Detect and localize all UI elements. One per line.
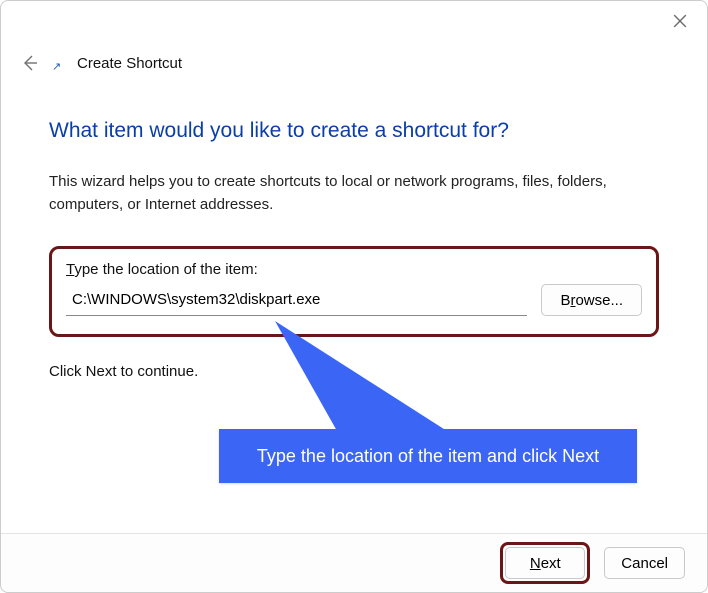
- location-highlight-annotation: Type the location of the item: Browse...: [49, 246, 659, 337]
- close-button[interactable]: [663, 7, 697, 35]
- shortcut-icon: ↗: [51, 59, 67, 75]
- titlebar: [663, 1, 707, 41]
- description-text: This wizard helps you to create shortcut…: [49, 171, 659, 216]
- back-arrow-icon: [20, 53, 40, 73]
- annotation-text: Type the location of the item and click …: [257, 446, 599, 467]
- annotation-callout: Type the location of the item and click …: [219, 429, 637, 483]
- back-button[interactable]: [19, 52, 41, 74]
- browse-button[interactable]: Browse...: [541, 284, 642, 316]
- close-icon: [673, 14, 687, 28]
- location-input[interactable]: [66, 285, 527, 316]
- footer-button-bar: Next Cancel: [1, 533, 707, 592]
- header-row: ↗ Create Shortcut: [19, 47, 689, 79]
- cancel-button[interactable]: Cancel: [604, 547, 685, 579]
- location-label: Type the location of the item:: [66, 261, 642, 278]
- next-button[interactable]: Next: [505, 547, 585, 579]
- continue-instruction: Click Next to continue.: [49, 363, 659, 380]
- page-heading: What item would you like to create a sho…: [49, 119, 659, 143]
- content-area: What item would you like to create a sho…: [49, 101, 659, 380]
- location-field-row: Browse...: [66, 284, 642, 316]
- window-title: Create Shortcut: [77, 55, 182, 72]
- create-shortcut-wizard-window: ↗ Create Shortcut What item would you li…: [0, 0, 708, 593]
- next-highlight-annotation: Next: [500, 542, 590, 584]
